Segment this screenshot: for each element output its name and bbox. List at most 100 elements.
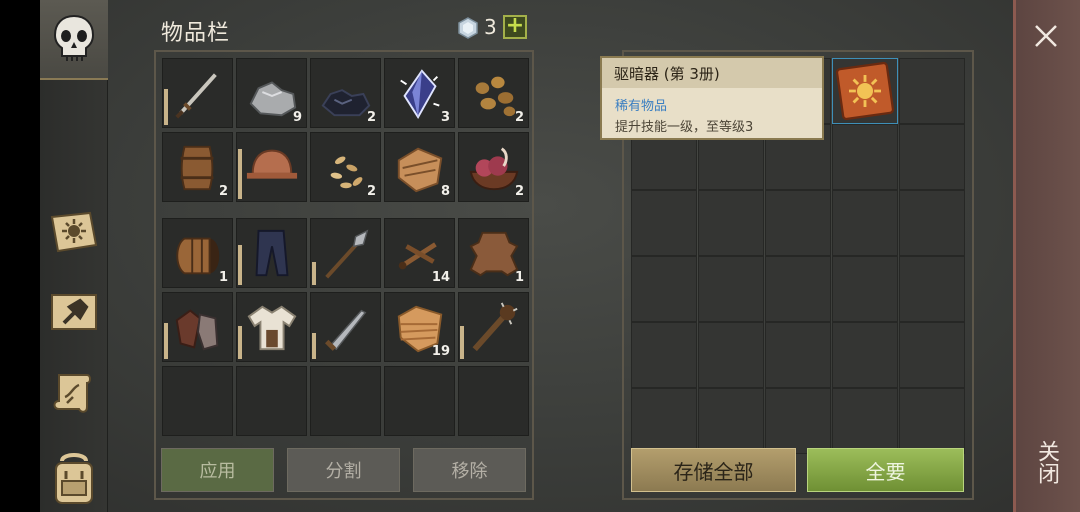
shirt-icon xyxy=(247,305,297,351)
skull-icon xyxy=(48,12,100,64)
inventory-slot[interactable]: 2 xyxy=(310,58,381,128)
empty-slot[interactable] xyxy=(631,388,697,454)
item-count: 2 xyxy=(366,110,376,125)
blade-icon xyxy=(325,309,367,351)
close-icon[interactable] xyxy=(1030,20,1062,52)
empty-slot[interactable] xyxy=(899,322,965,388)
empty-slot[interactable] xyxy=(458,366,529,436)
empty-slot[interactable] xyxy=(631,322,697,388)
item-count: 8 xyxy=(440,184,450,199)
barrel-icon xyxy=(176,237,220,275)
store-all-button[interactable]: 存储全部 xyxy=(631,448,796,492)
empty-slot[interactable] xyxy=(236,366,307,436)
empty-slot[interactable] xyxy=(832,124,898,190)
inventory-slot[interactable]: 14 xyxy=(384,218,455,288)
inventory-slot[interactable] xyxy=(310,218,381,288)
empty-slot[interactable] xyxy=(698,322,764,388)
inventory-slot[interactable]: 8 xyxy=(384,132,455,202)
club-icon xyxy=(472,302,518,352)
item-count: 14 xyxy=(431,270,450,285)
empty-slot[interactable] xyxy=(832,322,898,388)
tab-character[interactable] xyxy=(40,0,108,80)
durability-bar xyxy=(312,262,316,285)
gem-icon xyxy=(458,17,478,39)
add-gems-button[interactable]: + xyxy=(503,15,527,39)
empty-slot[interactable] xyxy=(698,190,764,256)
empty-slot[interactable] xyxy=(162,366,233,436)
stone-icon xyxy=(249,81,297,117)
inventory-slot[interactable]: 1 xyxy=(458,218,529,288)
empty-slot[interactable] xyxy=(899,58,965,124)
inventory-slot[interactable] xyxy=(310,292,381,362)
item-count: 2 xyxy=(514,110,524,125)
remove-button[interactable]: 移除 xyxy=(413,448,526,492)
take-all-button[interactable]: 全要 xyxy=(807,448,964,492)
inventory-slot[interactable]: 2 xyxy=(458,58,529,128)
durability-bar xyxy=(164,323,168,359)
empty-slot[interactable] xyxy=(899,256,965,322)
tooltip-description: 提升技能一级，至等级3 xyxy=(615,120,754,135)
helmet-icon xyxy=(246,149,298,179)
empty-slot[interactable] xyxy=(631,256,697,322)
split-button[interactable]: 分割 xyxy=(287,448,400,492)
durability-bar xyxy=(238,245,242,285)
empty-slot[interactable] xyxy=(765,388,831,454)
empty-slot[interactable] xyxy=(310,366,381,436)
empty-slot[interactable] xyxy=(899,124,965,190)
empty-slot[interactable] xyxy=(765,190,831,256)
item-count: 2 xyxy=(366,184,376,199)
inventory-slot[interactable]: 2 xyxy=(162,132,233,202)
screen-edge-left xyxy=(0,0,40,512)
inventory-title: 物品栏 xyxy=(161,21,231,46)
item-tooltip: 驱暗器 (第 3册) 稀有物品 提升技能一级，至等级3 xyxy=(600,56,824,140)
skill-book-icon[interactable] xyxy=(48,206,100,258)
inventory-slot[interactable] xyxy=(162,58,233,128)
empty-slot[interactable] xyxy=(765,256,831,322)
empty-slot[interactable] xyxy=(832,388,898,454)
hide-icon xyxy=(469,231,519,277)
barrel-small-icon xyxy=(180,145,214,191)
empty-slot[interactable] xyxy=(832,256,898,322)
backpack-icon[interactable] xyxy=(48,446,100,508)
nuts-icon xyxy=(475,76,516,117)
sword-icon xyxy=(175,73,217,119)
inventory-slot[interactable] xyxy=(458,292,529,362)
inventory-slot[interactable] xyxy=(236,292,307,362)
inventory-slot[interactable]: 3 xyxy=(384,58,455,128)
item-count: 1 xyxy=(514,270,524,285)
empty-slot[interactable] xyxy=(899,190,965,256)
storage-slot[interactable] xyxy=(832,58,898,124)
inventory-slot[interactable]: 19 xyxy=(384,292,455,362)
inventory-slot[interactable]: 1 xyxy=(162,218,233,288)
game-screen: 物品栏 3 + 9 2 3 2 2 2 8 2 1 14 1 19 应用 分割 移除 存储全部 全要 … xyxy=(0,0,1080,512)
empty-slot[interactable] xyxy=(384,366,455,436)
inventory-slot[interactable]: 2 xyxy=(310,132,381,202)
pants-icon xyxy=(255,229,289,277)
item-count: 2 xyxy=(514,184,524,199)
close-label[interactable]: 关闭 xyxy=(1030,440,1062,484)
coal-icon xyxy=(321,89,371,117)
scroll-icon[interactable] xyxy=(48,366,100,418)
inventory-slot[interactable] xyxy=(162,292,233,362)
empty-slot[interactable] xyxy=(832,190,898,256)
empty-slot[interactable] xyxy=(765,322,831,388)
inventory-slot[interactable] xyxy=(236,218,307,288)
durability-bar xyxy=(164,89,168,125)
item-count: 1 xyxy=(218,270,228,285)
empty-slot[interactable] xyxy=(631,190,697,256)
empty-slot[interactable] xyxy=(899,388,965,454)
apply-button[interactable]: 应用 xyxy=(161,448,274,492)
craft-map-icon[interactable] xyxy=(48,286,100,338)
item-count: 19 xyxy=(431,344,450,359)
sidebar xyxy=(40,0,108,512)
inventory-slot[interactable]: 9 xyxy=(236,58,307,128)
meat-bowl-icon xyxy=(469,147,519,191)
item-count: 2 xyxy=(218,184,228,199)
inventory-slot[interactable] xyxy=(236,132,307,202)
durability-bar xyxy=(460,326,464,359)
durability-bar xyxy=(238,149,242,199)
close-panel[interactable] xyxy=(1013,0,1080,512)
empty-slot[interactable] xyxy=(698,256,764,322)
empty-slot[interactable] xyxy=(698,388,764,454)
inventory-slot[interactable]: 2 xyxy=(458,132,529,202)
